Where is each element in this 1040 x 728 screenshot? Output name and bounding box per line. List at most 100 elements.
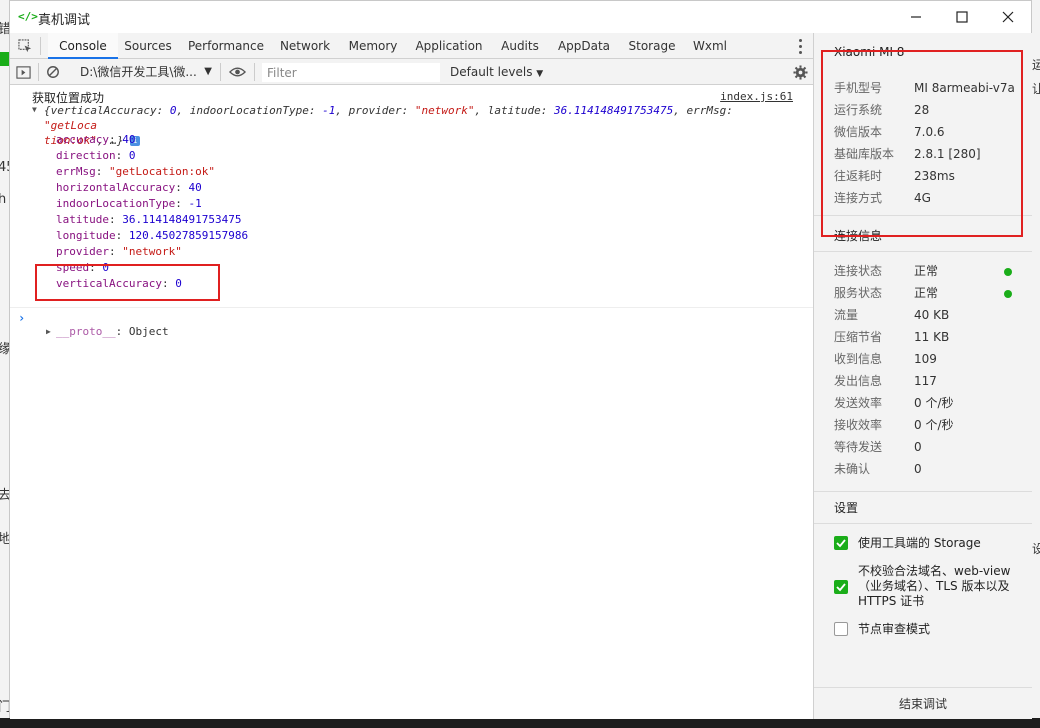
object-property-indoorLocationType: indoorLocationType: -1 — [56, 196, 202, 212]
info-value: 109 — [914, 352, 937, 366]
info-row: 往返耗时 238ms — [834, 165, 1024, 187]
bg-fragment: 45 — [0, 160, 9, 175]
skip-domain-check-checkbox[interactable] — [834, 580, 848, 594]
minimize-button[interactable] — [893, 1, 939, 33]
bg-fragment: 让 — [1032, 82, 1040, 96]
object-property-accuracy: accuracy: 40 — [56, 132, 135, 148]
bg-fragment: 地 — [0, 532, 9, 547]
expand-triangle-icon[interactable]: ▼ — [32, 105, 37, 114]
info-row: 收到信息 109 — [834, 348, 1024, 370]
toolbar-separator — [254, 63, 255, 81]
info-value: 7.0.6 — [914, 125, 945, 139]
remote-debug-window: </> 真机调试 Console Sources Performance Net… — [9, 0, 1032, 719]
divider — [814, 491, 1032, 492]
property-colon: : — [95, 165, 109, 178]
clear-console-button[interactable] — [44, 63, 62, 81]
info-value: 正常 — [914, 264, 939, 278]
object-property-speed: speed: 0 — [56, 260, 109, 276]
console-settings-button[interactable] — [791, 63, 809, 81]
node-inspect-label[interactable]: 节点审查模式 — [858, 622, 1018, 637]
property-key: provider — [56, 245, 109, 258]
bg-fragment: 门 — [0, 700, 9, 715]
status-dot-icon — [1004, 290, 1012, 298]
console-source-link[interactable]: index.js:61 — [720, 90, 793, 103]
drawer-icon — [15, 65, 31, 79]
info-row: 发送效率 0 个/秒 — [834, 392, 1024, 414]
inspect-element-button[interactable] — [16, 37, 34, 55]
object-property-errMsg: errMsg: "getLocation:ok" — [56, 164, 215, 180]
console-output: 获取位置成功 index.js:61 ▼ {verticalAccuracy: … — [10, 85, 813, 719]
info-value: MI 8armeabi-v7a — [914, 81, 1015, 95]
bg-fragment: 去 — [0, 488, 9, 503]
filter-input[interactable] — [262, 63, 440, 82]
skip-domain-check-label[interactable]: 不校验合法域名、web-view（业务域名）、TLS 版本以及 HTTPS 证书 — [858, 564, 1018, 609]
info-key: 运行系统 — [834, 103, 883, 117]
tab-performance[interactable]: Performance — [186, 33, 266, 59]
object-property-proto[interactable]: __proto__: Object — [56, 324, 169, 340]
tab-network[interactable]: Network — [276, 33, 334, 59]
tab-console[interactable]: Console — [48, 33, 118, 59]
context-select[interactable]: D:\微信开发工具\微... ▼ — [80, 62, 212, 82]
object-summary[interactable]: {verticalAccuracy: 0, indoorLocationType… — [44, 103, 789, 148]
close-button[interactable] — [985, 1, 1031, 33]
tab-audits[interactable]: Audits — [496, 33, 544, 59]
title-bar[interactable]: </> 真机调试 — [10, 1, 1031, 33]
info-key: 手机型号 — [834, 81, 883, 95]
storage-checkbox-label[interactable]: 使用工具端的 Storage — [858, 536, 1018, 551]
object-property-latitude: latitude: 36.114148491753475 — [56, 212, 241, 228]
bg-fragment: h — [0, 192, 7, 207]
chevron-down-icon: ▼ — [204, 66, 212, 77]
log-levels-dropdown[interactable]: Default levels ▼ — [450, 62, 543, 82]
tab-wxml[interactable]: Wxml — [690, 33, 730, 59]
check-icon — [836, 583, 846, 592]
tab-storage[interactable]: Storage — [624, 33, 680, 59]
expand-triangle-icon[interactable]: ▶ — [46, 327, 51, 336]
summary-value: "getLoca — [44, 119, 97, 132]
info-value: 28 — [914, 103, 930, 117]
end-debug-button[interactable]: 结束调试 — [814, 687, 1032, 719]
info-row: 手机型号 MI 8armeabi-v7a — [834, 77, 1024, 99]
drawer-toggle-button[interactable] — [14, 63, 32, 81]
info-row: 运行系统 28 — [834, 99, 1024, 121]
clear-icon — [47, 66, 59, 78]
info-value: 0 个/秒 — [914, 418, 954, 432]
info-key: 微信版本 — [834, 125, 883, 139]
property-value: 0 — [102, 261, 109, 274]
divider — [814, 523, 1032, 524]
info-key: 服务状态 — [834, 286, 883, 300]
info-row: 发出信息 117 — [834, 370, 1024, 392]
device-info-panel: Xiaomi MI 8 手机型号 MI 8armeabi-v7a 运行系统 28 微信版… — [814, 33, 1032, 719]
object-property-longitude: longitude: 120.45027859157986 — [56, 228, 248, 244]
info-value: 2.8.1 [280] — [914, 147, 981, 161]
info-key: 连接状态 — [834, 264, 883, 278]
tab-memory[interactable]: Memory — [344, 33, 402, 59]
code-icon: </> — [18, 10, 38, 23]
property-value: 0 — [128, 149, 136, 162]
device-name: Xiaomi MI 8 — [834, 45, 905, 59]
property-key: indoorLocationType — [56, 197, 176, 210]
more-menu-button[interactable] — [793, 37, 807, 55]
maximize-icon — [956, 11, 968, 23]
info-value: 238ms — [914, 169, 955, 183]
info-value: 0 个/秒 — [914, 396, 954, 410]
node-inspect-checkbox[interactable] — [834, 622, 848, 636]
maximize-button[interactable] — [939, 1, 985, 33]
toolbar-separator — [220, 63, 221, 81]
info-value: 4G — [914, 191, 931, 205]
storage-checkbox[interactable] — [834, 536, 848, 550]
tab-sources[interactable]: Sources — [120, 33, 176, 59]
live-expression-button[interactable] — [228, 63, 246, 81]
info-row: 接收效率 0 个/秒 — [834, 414, 1024, 436]
minimize-icon — [911, 16, 921, 18]
log-levels-label: Default levels — [450, 65, 533, 79]
status-dot-icon — [1004, 268, 1012, 276]
property-key: accuracy — [56, 133, 109, 146]
info-key: 连接方式 — [834, 191, 883, 205]
summary-value: 36.114148491753475 — [554, 104, 674, 117]
connection-header: 连接信息 — [834, 229, 883, 243]
tab-appdata[interactable]: AppData — [554, 33, 614, 59]
check-icon — [836, 539, 846, 548]
tab-application[interactable]: Application — [412, 33, 486, 59]
devtools-panel: Console Sources Performance Network Memo… — [10, 33, 814, 719]
console-prompt[interactable]: › — [18, 311, 25, 325]
